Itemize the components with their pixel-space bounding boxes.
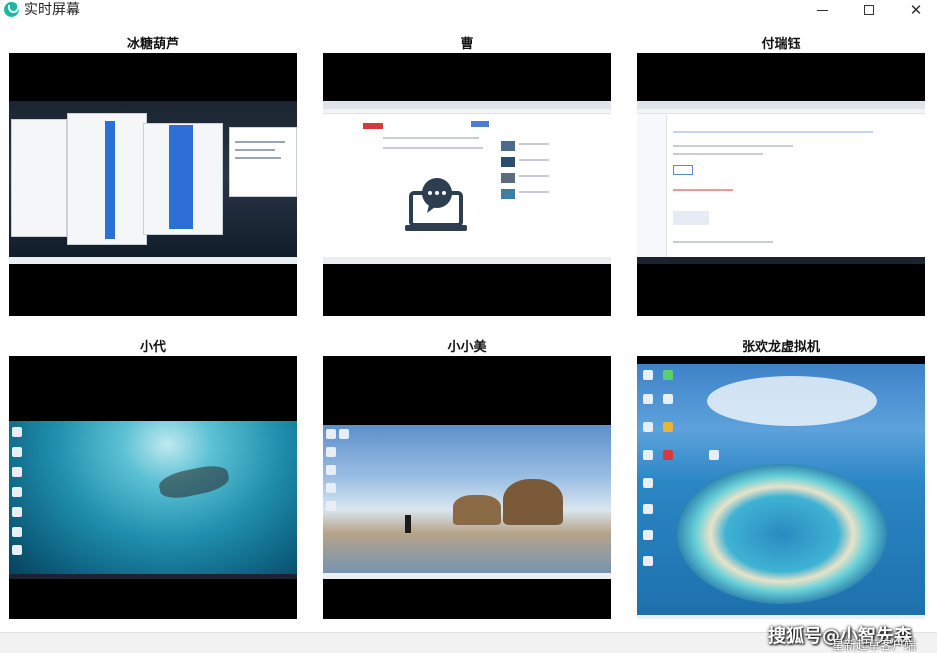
taskbar (637, 257, 925, 264)
desktop-icon (326, 447, 336, 457)
maximize-icon (864, 5, 874, 15)
address-bar (637, 109, 925, 114)
desktop-icon (12, 467, 22, 477)
rock-arch (453, 495, 501, 525)
screen-preview[interactable] (637, 53, 925, 316)
runner-figure (405, 515, 411, 533)
text-line (519, 191, 549, 193)
rock-arch (503, 479, 563, 525)
desktop-icon (12, 427, 22, 437)
desktop-icon (326, 429, 336, 439)
watermark-subtext: 星新起草客户端 (832, 638, 917, 652)
atoll-island (677, 464, 887, 604)
search-button (471, 121, 489, 127)
tile-label: 曹 (460, 37, 474, 52)
desktop-icon (643, 478, 653, 488)
text-line (673, 153, 763, 155)
taskbar (637, 615, 925, 619)
text-line (673, 241, 773, 243)
desktop-icon (643, 530, 653, 540)
desktop-wallpaper (323, 425, 611, 579)
tile-label: 小小美 (447, 340, 487, 355)
text-line (383, 147, 483, 149)
app-window (229, 127, 297, 197)
desktop-icon (709, 450, 719, 460)
text-line (235, 149, 275, 151)
desktop-icon (326, 465, 336, 475)
minimize-icon (816, 9, 828, 11)
text-line (235, 141, 285, 143)
screen-preview[interactable] (9, 53, 297, 316)
taskbar (9, 574, 297, 579)
cloud (707, 376, 877, 426)
desktop-preview (323, 101, 611, 264)
thumbnail (673, 165, 693, 175)
desktop-icon (12, 507, 22, 517)
text-line (673, 131, 873, 133)
maximize-button[interactable] (846, 0, 892, 20)
desktop-icon (643, 450, 653, 460)
thumbnail (501, 189, 515, 199)
text-line (673, 145, 793, 147)
app-menu (169, 125, 193, 229)
text-line (519, 159, 549, 161)
desktop-icon (663, 422, 673, 432)
desktop-icon (326, 483, 336, 493)
desktop-wallpaper (637, 364, 925, 619)
close-icon: ✕ (909, 0, 923, 19)
screen-preview[interactable] (637, 356, 925, 619)
tile-label: 小代 (139, 340, 166, 355)
close-button[interactable]: ✕ (893, 0, 937, 20)
screen-preview[interactable] (323, 53, 611, 316)
thumbnail (501, 157, 515, 167)
text-line (235, 157, 281, 159)
text-line (519, 143, 549, 145)
desktop-preview (9, 101, 297, 264)
taskbar (323, 573, 611, 579)
window-title: 实时屏幕 (24, 2, 80, 18)
thumbnail (501, 173, 515, 183)
desktop-preview (637, 101, 925, 264)
sidebar (637, 114, 667, 264)
desktop-icon (326, 501, 336, 511)
thumbnail (673, 211, 709, 225)
desktop-icon (643, 504, 653, 514)
swimmer-figure (157, 462, 231, 502)
monitor-app-icon (4, 2, 19, 17)
app-sidebar (105, 121, 115, 239)
desktop-icon (643, 556, 653, 566)
browser-tabs (323, 101, 611, 109)
browser-tabs (637, 101, 925, 109)
text-line (383, 137, 479, 139)
minimize-button[interactable] (799, 0, 845, 20)
text-line (673, 189, 733, 191)
chat-icon (405, 178, 467, 231)
desktop-icon (12, 447, 22, 457)
desktop-wallpaper (9, 421, 297, 579)
address-bar (323, 109, 611, 114)
screen-preview[interactable] (323, 356, 611, 619)
desktop-icon (663, 450, 673, 460)
desktop-icon (643, 370, 653, 380)
desktop-icon (663, 370, 673, 380)
tile-label: 付瑞钰 (761, 37, 801, 52)
taskbar (323, 257, 611, 264)
app-window (11, 119, 67, 237)
screen-preview[interactable] (9, 356, 297, 619)
title-bar: 实时屏幕 ✕ (0, 0, 937, 20)
desktop-icon (12, 487, 22, 497)
site-logo (363, 123, 383, 129)
text-line (519, 175, 549, 177)
thumbnail (501, 141, 515, 151)
desktop-icon (663, 394, 673, 404)
desktop-icon (643, 422, 653, 432)
desktop-icon (339, 429, 349, 439)
desktop-icon (12, 545, 22, 555)
desktop-icon (12, 527, 22, 537)
desktop-icon (643, 394, 653, 404)
taskbar (9, 257, 297, 264)
tile-label: 张欢龙虚拟机 (741, 340, 820, 355)
tile-label: 冰糖葫芦 (126, 37, 179, 52)
